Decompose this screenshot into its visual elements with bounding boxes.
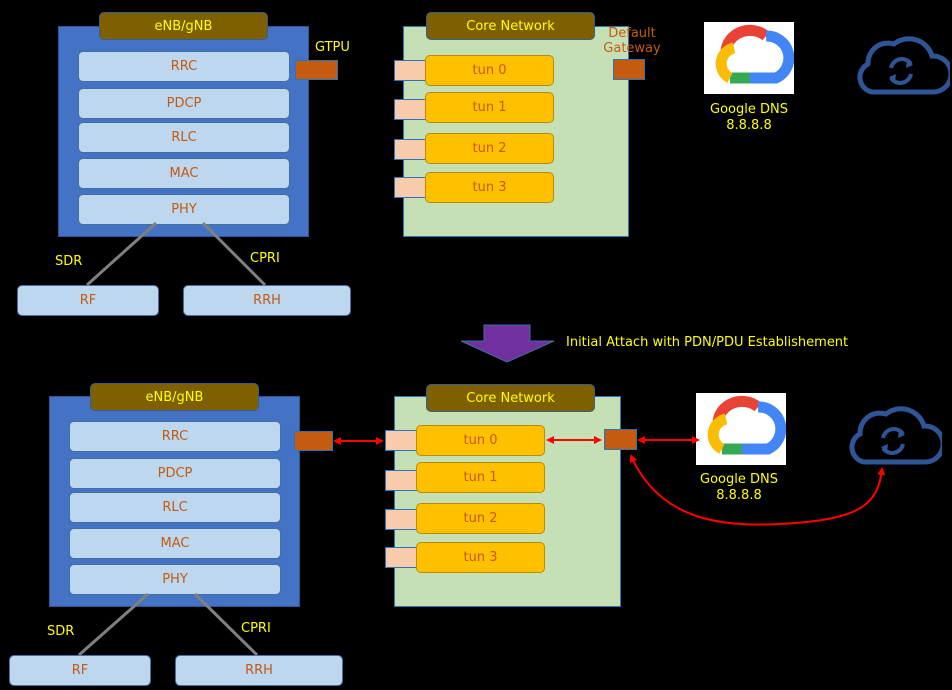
cpri-link (193, 592, 259, 657)
gateway-to-internet-arrow (629, 454, 886, 526)
cpri-link (201, 221, 267, 287)
sdr-link (85, 221, 158, 287)
connectors (78, 221, 886, 657)
sdr-link (78, 592, 149, 657)
